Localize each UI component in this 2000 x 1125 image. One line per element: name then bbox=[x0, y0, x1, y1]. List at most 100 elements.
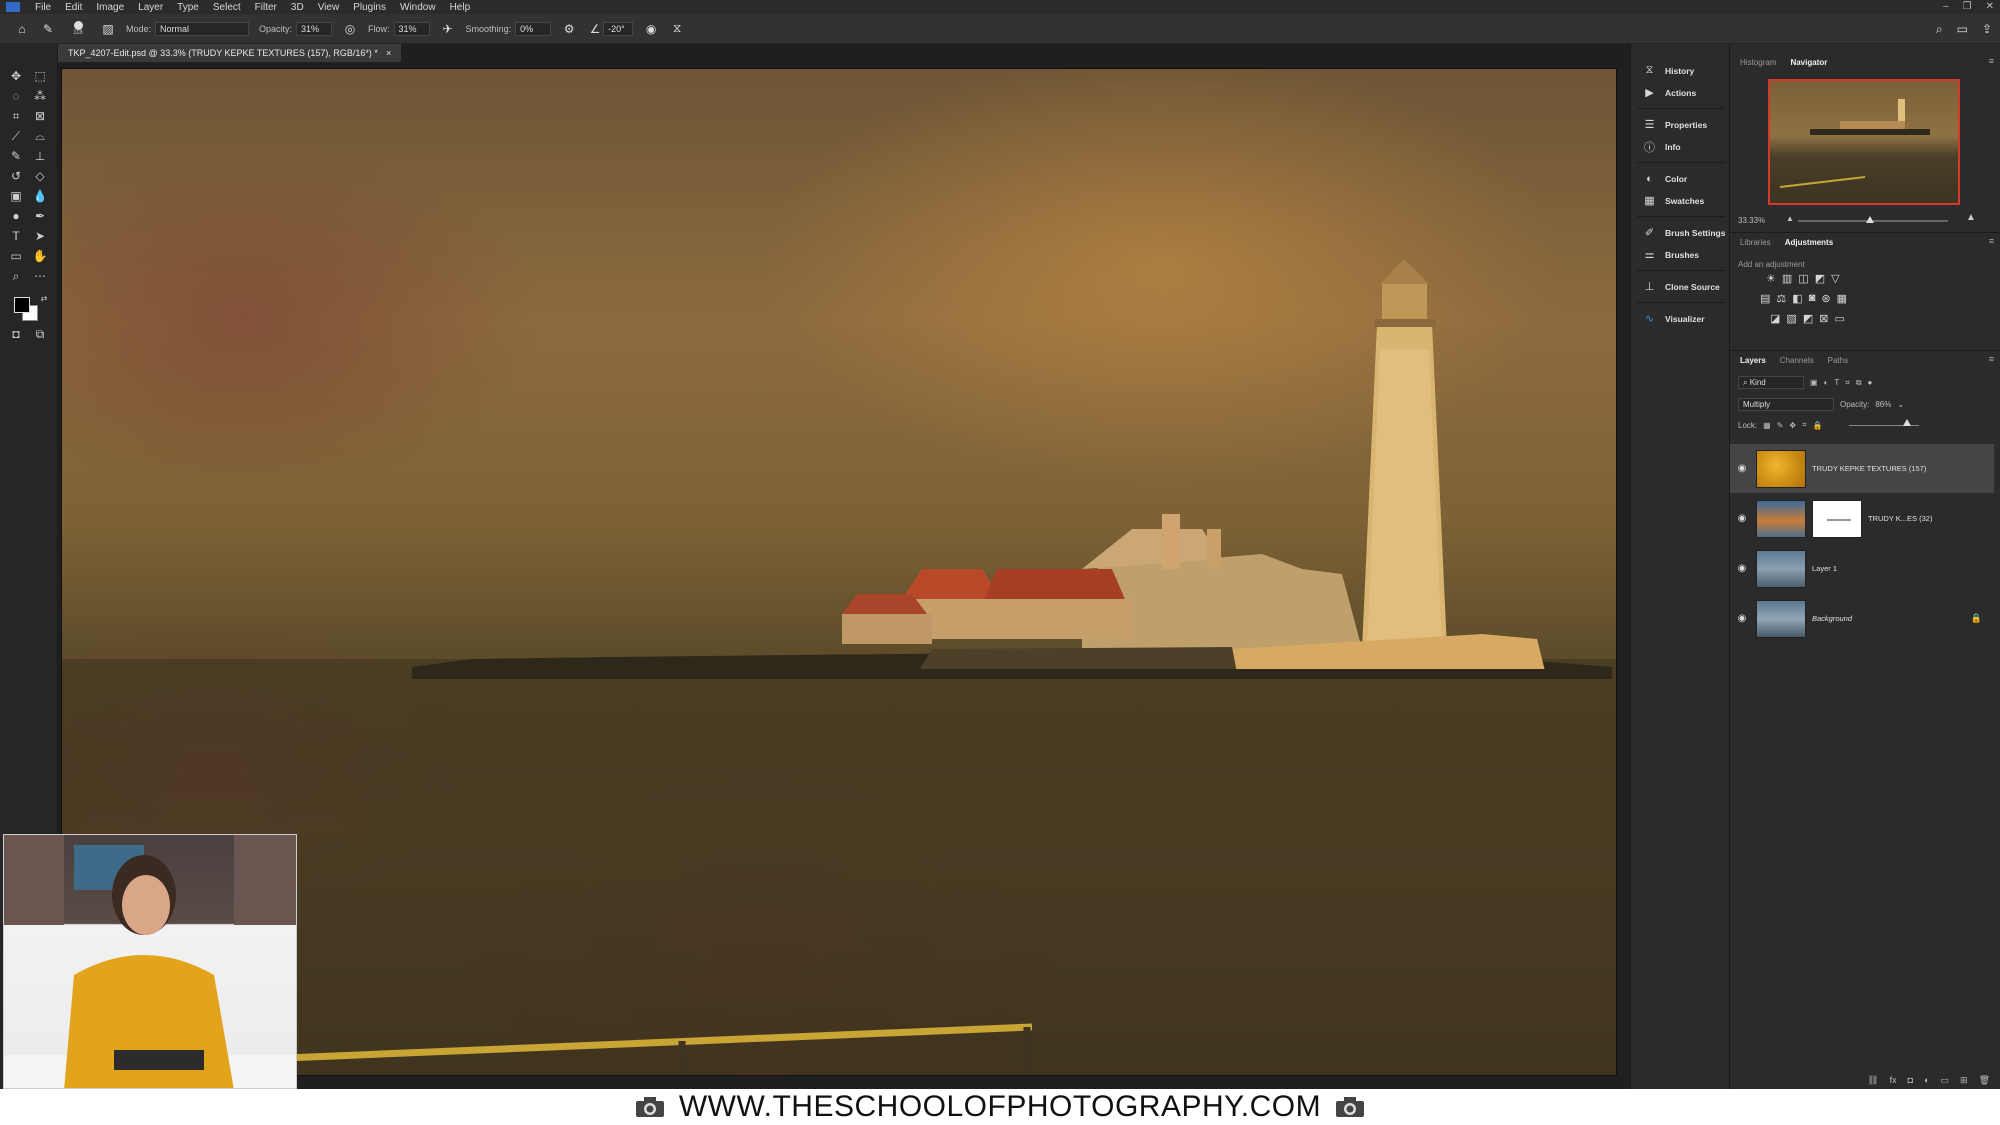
brush-preset-picker[interactable]: 118 bbox=[66, 21, 90, 37]
lasso-tool-icon[interactable]: ◌ bbox=[6, 88, 26, 104]
type-tool-icon[interactable]: T bbox=[6, 228, 26, 244]
frame-tool-icon[interactable]: ⊠ bbox=[30, 108, 50, 124]
panel-actions[interactable]: ▶ Actions bbox=[1643, 86, 1696, 99]
smoothing-field[interactable]: 0% bbox=[515, 21, 552, 36]
pen-tool-icon[interactable]: ✒ bbox=[30, 208, 50, 224]
opacity-field[interactable]: 31% bbox=[296, 21, 333, 36]
visibility-eye-icon[interactable]: ◉ bbox=[1730, 613, 1754, 624]
visibility-eye-icon[interactable]: ◉ bbox=[1730, 563, 1754, 574]
tab-libraries[interactable]: Libraries bbox=[1740, 238, 1771, 247]
tab-layers[interactable]: Layers bbox=[1740, 356, 1766, 365]
foreground-color-swatch[interactable] bbox=[14, 297, 30, 313]
eraser-tool-icon[interactable]: ◇ bbox=[30, 168, 50, 184]
threshold-icon[interactable]: ◩ bbox=[1803, 312, 1813, 325]
menu-view[interactable]: View bbox=[311, 2, 347, 13]
menu-window[interactable]: Window bbox=[393, 2, 443, 13]
layer-name[interactable]: TRUDY KEPKE TEXTURES (157) bbox=[1812, 464, 1926, 473]
visibility-eye-icon[interactable]: ◉ bbox=[1730, 463, 1754, 474]
layer-row[interactable]: ◉ Background 🔒 bbox=[1730, 594, 1994, 643]
black-white-icon[interactable]: ◧ bbox=[1792, 292, 1802, 305]
invert-icon[interactable]: ◪ bbox=[1770, 312, 1780, 325]
zoom-out-icon[interactable]: ▲ bbox=[1786, 214, 1794, 223]
brush-tool-icon[interactable]: ✎ bbox=[40, 21, 56, 37]
panel-menu-icon[interactable]: ≡ bbox=[1989, 236, 1994, 246]
filter-pixel-icon[interactable]: ▣ bbox=[1810, 378, 1818, 387]
add-mask-icon[interactable]: ◘ bbox=[1908, 1075, 1913, 1085]
layer-name[interactable]: Background bbox=[1812, 614, 1852, 623]
flow-field[interactable]: 31% bbox=[393, 21, 430, 36]
share-icon[interactable]: ⇪ bbox=[1982, 22, 1992, 37]
new-layer-icon[interactable]: ⊞ bbox=[1960, 1075, 1968, 1086]
tab-channels[interactable]: Channels bbox=[1780, 356, 1814, 365]
curves-icon[interactable]: ◫ bbox=[1798, 272, 1808, 285]
opacity-slider[interactable] bbox=[1848, 418, 1919, 426]
posterize-icon[interactable]: ▧ bbox=[1786, 312, 1796, 325]
layer-row[interactable]: ◉ Layer 1 bbox=[1730, 544, 1994, 593]
menu-file[interactable]: File bbox=[28, 2, 58, 13]
navigator-thumbnail[interactable] bbox=[1768, 79, 1960, 205]
filter-type-icon[interactable]: T bbox=[1834, 378, 1839, 387]
brush-settings-toggle-icon[interactable]: ▨ bbox=[100, 21, 116, 37]
tab-histogram[interactable]: Histogram bbox=[1740, 58, 1776, 67]
filter-smart-object-icon[interactable]: ⧉ bbox=[1856, 378, 1862, 388]
more-tools-icon[interactable]: ⋯ bbox=[30, 268, 50, 284]
hue-saturation-icon[interactable]: ▤ bbox=[1760, 292, 1770, 305]
fx-icon[interactable]: fx bbox=[1890, 1075, 1897, 1085]
exposure-icon[interactable]: ◩ bbox=[1815, 272, 1825, 285]
swap-colors-icon[interactable]: ⇄ bbox=[34, 290, 54, 306]
lock-artboard-icon[interactable]: ⌗ bbox=[1802, 420, 1807, 430]
symmetry-icon[interactable]: ⧖ bbox=[669, 21, 685, 37]
photo-filter-icon[interactable]: ◙ bbox=[1809, 292, 1816, 305]
menu-help[interactable]: Help bbox=[443, 2, 478, 13]
menu-3d[interactable]: 3D bbox=[284, 2, 311, 13]
link-layers-icon[interactable]: ⛓ bbox=[1867, 1075, 1878, 1086]
document-tab[interactable]: TKP_4207-Edit.psd @ 33.3% (TRUDY KEPKE T… bbox=[58, 44, 402, 62]
quick-mask-icon[interactable]: ◘ bbox=[6, 326, 26, 342]
smoothing-settings-gear-icon[interactable]: ⚙ bbox=[561, 21, 577, 37]
crop-tool-icon[interactable]: ⌗ bbox=[6, 108, 26, 124]
layer-row[interactable]: ◉ ⛓ TRUDY K...ES (32) bbox=[1730, 494, 1994, 543]
workspace-icon[interactable]: ▭ bbox=[1957, 22, 1968, 37]
panel-visualizer[interactable]: ∿ Visualizer bbox=[1643, 312, 1705, 325]
brightness-contrast-icon[interactable]: ☀ bbox=[1766, 272, 1776, 285]
selective-color-icon[interactable]: ⊠ bbox=[1819, 312, 1828, 325]
menu-plugins[interactable]: Plugins bbox=[346, 2, 393, 13]
color-balance-icon[interactable]: ⚖ bbox=[1776, 292, 1786, 305]
delete-layer-icon[interactable]: 🗑 bbox=[1979, 1075, 1990, 1086]
menu-image[interactable]: Image bbox=[89, 2, 131, 13]
tab-paths[interactable]: Paths bbox=[1828, 356, 1848, 365]
lock-icon[interactable]: 🔒 bbox=[1971, 613, 1982, 624]
lock-transparency-icon[interactable]: ▦ bbox=[1763, 421, 1771, 430]
search-icon[interactable]: ⌕ bbox=[1936, 22, 1943, 37]
eyedropper-tool-icon[interactable]: ⟋ bbox=[6, 128, 26, 144]
panel-info[interactable]: ⓘ Info bbox=[1643, 140, 1681, 154]
restore-icon[interactable]: ❐ bbox=[1963, 1, 1972, 12]
layer-mask-thumbnail[interactable] bbox=[1812, 499, 1862, 538]
color-lookup-icon[interactable]: ▦ bbox=[1837, 292, 1847, 305]
airbrush-icon[interactable]: ✈ bbox=[440, 21, 456, 37]
close-window-icon[interactable]: ✕ bbox=[1986, 1, 1994, 12]
panel-history[interactable]: ⧖ History bbox=[1643, 64, 1695, 77]
panel-menu-icon[interactable]: ≡ bbox=[1989, 56, 1994, 66]
panel-clone-source[interactable]: ⊥ Clone Source bbox=[1643, 280, 1720, 293]
vibrance-icon[interactable]: ▽ bbox=[1831, 272, 1839, 285]
lock-move-icon[interactable]: ✥ bbox=[1789, 421, 1796, 430]
panel-brushes[interactable]: ⚌ Brushes bbox=[1643, 248, 1699, 261]
channel-mixer-icon[interactable]: ⊛ bbox=[1821, 292, 1830, 305]
pressure-size-icon[interactable]: ◉ bbox=[643, 21, 659, 37]
layer-filter-kind[interactable]: ⌕ Kind bbox=[1738, 376, 1804, 389]
tab-navigator[interactable]: Navigator bbox=[1790, 58, 1827, 67]
layer-row[interactable]: ◉ TRUDY KEPKE TEXTURES (157) bbox=[1730, 444, 1994, 493]
navigator-zoom-slider-thumb[interactable] bbox=[1866, 216, 1874, 223]
home-icon[interactable]: ⌂ bbox=[14, 21, 30, 37]
panel-menu-icon[interactable]: ≡ bbox=[1989, 354, 1994, 364]
menu-filter[interactable]: Filter bbox=[248, 2, 284, 13]
layer-name[interactable]: TRUDY K...ES (32) bbox=[1868, 514, 1932, 523]
mode-select[interactable]: Normal bbox=[155, 21, 250, 36]
brush-tool-icon[interactable]: ✎ bbox=[6, 148, 26, 164]
panel-swatches[interactable]: ▦ Swatches bbox=[1643, 194, 1704, 207]
pressure-opacity-icon[interactable]: ◎ bbox=[342, 21, 358, 37]
hand-tool-icon[interactable]: ✋ bbox=[30, 248, 50, 264]
patch-tool-icon[interactable]: ⌓ bbox=[30, 128, 50, 144]
lock-paint-icon[interactable]: ✎ bbox=[1777, 421, 1784, 430]
